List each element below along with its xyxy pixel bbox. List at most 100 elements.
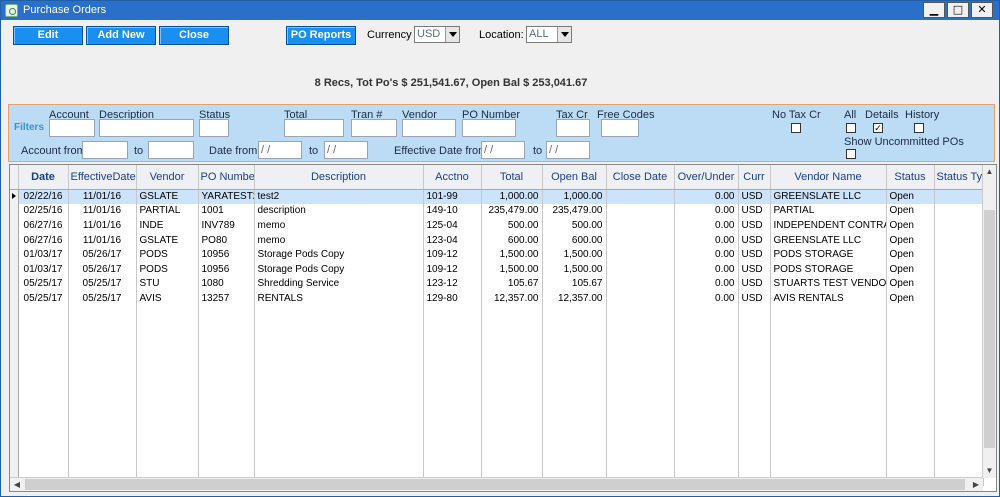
table-row[interactable]: 06/27/16 11/01/16 GSLATE PO80 memo 123-04 600.… <box>10 232 984 248</box>
table-cell[interactable]: 0.00 <box>674 232 739 248</box>
table-cell[interactable]: 0.00 <box>674 276 739 292</box>
close-icon[interactable]: ✕ <box>971 2 993 18</box>
table-cell[interactable]: GSLATE <box>136 189 199 204</box>
column-header[interactable]: Acctno <box>423 165 482 190</box>
table-cell[interactable]: Open <box>886 261 935 277</box>
table-cell[interactable]: test2 <box>254 189 424 204</box>
table-cell[interactable]: USD <box>738 232 771 248</box>
table-row[interactable]: 05/25/17 05/25/17 AVIS 13257 RENTALS 129-80 12… <box>10 291 984 306</box>
show-uncommitted-checkbox[interactable] <box>846 149 856 159</box>
table-cell[interactable]: 0.00 <box>674 218 739 233</box>
table-cell[interactable]: GSLATE <box>136 232 199 248</box>
table-cell[interactable]: Shredding Service <box>254 276 424 292</box>
table-cell[interactable]: 12,357.00 <box>481 291 543 306</box>
column-header[interactable]: Status Typ <box>934 165 984 190</box>
table-cell[interactable]: 10956 <box>198 247 255 262</box>
no-tax-cr-checkbox[interactable] <box>791 123 801 133</box>
table-cell[interactable]: 01/03/17 <box>18 261 69 277</box>
table-cell[interactable]: 02/22/16 <box>18 189 69 204</box>
table-cell[interactable]: 149-10 <box>423 203 482 219</box>
table-cell[interactable]: 105.67 <box>542 276 607 292</box>
row-indicator[interactable] <box>10 218 19 233</box>
table-cell[interactable]: 1,500.00 <box>481 247 543 262</box>
table-cell[interactable]: 11/01/16 <box>68 218 137 233</box>
table-cell[interactable]: 02/25/16 <box>18 203 69 219</box>
account-input[interactable] <box>49 119 95 137</box>
table-cell[interactable]: 600.00 <box>481 232 543 248</box>
row-indicator[interactable] <box>10 189 19 204</box>
table-cell[interactable] <box>606 203 675 219</box>
table-cell[interactable]: INDE <box>136 218 199 233</box>
table-cell[interactable]: PARTIAL <box>770 203 887 219</box>
table-cell[interactable]: USD <box>738 189 771 204</box>
table-cell[interactable]: 1,000.00 <box>542 189 607 204</box>
row-indicator[interactable] <box>10 247 19 262</box>
scroll-right-icon[interactable]: ▶ <box>969 478 983 491</box>
table-cell[interactable]: Open <box>886 232 935 248</box>
edit-button[interactable]: Edit <box>13 26 83 45</box>
history-checkbox[interactable] <box>914 123 924 133</box>
close-button[interactable]: Close <box>159 26 229 45</box>
table-cell[interactable] <box>606 261 675 277</box>
table-cell[interactable]: 12,357.00 <box>542 291 607 306</box>
table-cell[interactable]: 235,479.00 <box>542 203 607 219</box>
column-header[interactable]: Description <box>254 165 424 190</box>
table-cell[interactable] <box>934 203 984 219</box>
table-cell[interactable]: Open <box>886 218 935 233</box>
purchase-orders-grid[interactable]: Date EffectiveDate Vendor PO Number Descript… <box>9 164 997 492</box>
table-cell[interactable]: 101-99 <box>423 189 482 204</box>
table-cell[interactable]: USD <box>738 203 771 219</box>
table-cell[interactable]: 1,500.00 <box>542 247 607 262</box>
table-cell[interactable]: Storage Pods Copy <box>254 247 424 262</box>
table-cell[interactable]: INDEPENDENT CONTRAC <box>770 218 887 233</box>
scroll-down-icon[interactable]: ▼ <box>983 464 996 478</box>
table-cell[interactable]: 0.00 <box>674 203 739 219</box>
table-cell[interactable]: USD <box>738 291 771 306</box>
column-header[interactable]: Total <box>481 165 543 190</box>
date-to-input[interactable]: / / <box>324 141 368 159</box>
chevron-down-icon[interactable] <box>445 27 459 42</box>
row-indicator[interactable] <box>10 261 19 277</box>
table-cell[interactable]: Open <box>886 276 935 292</box>
column-header[interactable]: Open Bal <box>542 165 607 190</box>
table-cell[interactable]: PODS STORAGE <box>770 247 887 262</box>
table-cell[interactable]: 06/27/16 <box>18 218 69 233</box>
table-cell[interactable]: USD <box>738 276 771 292</box>
column-header[interactable]: PO Number <box>198 165 255 190</box>
column-header[interactable]: Curr <box>738 165 771 190</box>
po-reports-button[interactable]: PO Reports <box>286 26 356 45</box>
chevron-down-icon[interactable] <box>557 27 571 42</box>
vertical-scrollbar[interactable]: ▲ ▼ <box>982 165 996 478</box>
description-input[interactable] <box>99 119 194 137</box>
table-cell[interactable]: 0.00 <box>674 261 739 277</box>
table-cell[interactable]: Open <box>886 189 935 204</box>
row-indicator[interactable] <box>10 232 19 248</box>
table-cell[interactable]: 500.00 <box>481 218 543 233</box>
date-from-input[interactable]: / / <box>258 141 302 159</box>
table-cell[interactable]: 1,000.00 <box>481 189 543 204</box>
table-cell[interactable]: PO80 <box>198 232 255 248</box>
add-new-button[interactable]: Add New <box>86 26 156 45</box>
table-cell[interactable] <box>934 218 984 233</box>
effective-date-from-input[interactable]: / / <box>481 141 525 159</box>
table-cell[interactable]: 0.00 <box>674 189 739 204</box>
account-from-input[interactable] <box>82 141 128 159</box>
vertical-scroll-thumb[interactable] <box>984 210 995 448</box>
table-cell[interactable]: PARTIAL <box>136 203 199 219</box>
table-cell[interactable]: PODS STORAGE <box>770 261 887 277</box>
scroll-up-icon[interactable]: ▲ <box>983 165 996 179</box>
table-cell[interactable]: memo <box>254 218 424 233</box>
table-row[interactable]: 06/27/16 11/01/16 INDE INV789 memo 125-04 500.… <box>10 218 984 233</box>
table-cell[interactable]: 13257 <box>198 291 255 306</box>
vendor-input[interactable] <box>402 119 456 137</box>
table-cell[interactable]: 1080 <box>198 276 255 292</box>
status-input[interactable] <box>199 119 229 137</box>
table-cell[interactable]: 123-04 <box>423 232 482 248</box>
table-cell[interactable]: 05/26/17 <box>68 247 137 262</box>
table-cell[interactable]: AVIS <box>136 291 199 306</box>
table-cell[interactable]: GREENSLATE LLC <box>770 232 887 248</box>
column-header[interactable]: Over/Under <box>674 165 739 190</box>
table-cell[interactable]: 123-12 <box>423 276 482 292</box>
scroll-left-icon[interactable]: ◀ <box>10 478 24 491</box>
table-cell[interactable] <box>606 232 675 248</box>
